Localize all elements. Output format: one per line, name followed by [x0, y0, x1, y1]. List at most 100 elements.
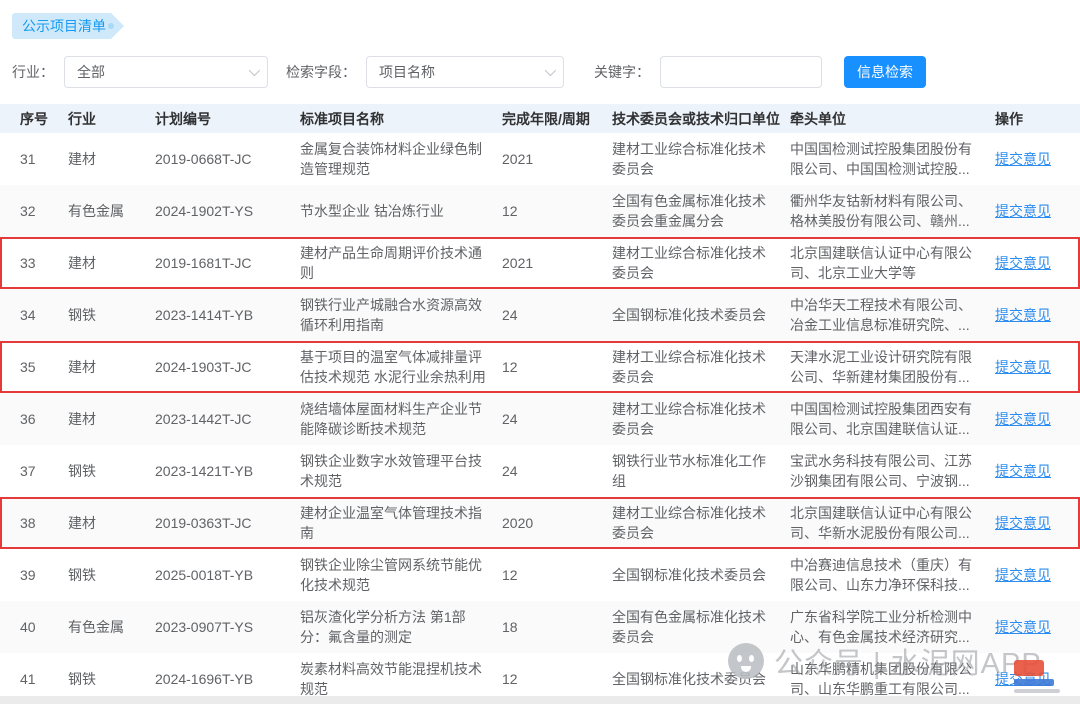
industry-select-value: 全部: [77, 64, 105, 80]
table-row: 32有色金属2024-1902T-YS节水型企业 钴冶炼行业12全国有色金属标准…: [0, 185, 1080, 237]
cell-period: 18: [502, 617, 612, 637]
cell-lead-unit: 天津水泥工业设计研究院有限公司、华新建材集团股份有...: [790, 347, 995, 387]
cell-period: 12: [502, 201, 612, 221]
table-body: 31建材2019-0668T-JC金属复合装饰材料企业绿色制造管理规范2021建…: [0, 133, 1080, 704]
cell-action: 提交意见: [995, 669, 1080, 689]
cell-period: 24: [502, 461, 612, 481]
next-row-partial: [0, 696, 1080, 704]
submit-opinion-link[interactable]: 提交意见: [995, 619, 1051, 635]
cell-committee: 全国有色金属标准化技术委员会重金属分会: [612, 191, 790, 231]
cell-lead-unit: 中国国检测试控股集团股份有限公司、中国国检测试控股...: [790, 139, 995, 179]
cell-committee: 建材工业综合标准化技术委员会: [612, 503, 790, 543]
search-field-select[interactable]: 项目名称: [366, 56, 564, 88]
keyword-label: 关键字：: [594, 62, 650, 82]
cell-period: 12: [502, 565, 612, 585]
cell-industry: 钢铁: [68, 565, 155, 585]
tab-public-project-list[interactable]: 公示项目清单: [12, 13, 124, 39]
table-row: 31建材2019-0668T-JC金属复合装饰材料企业绿色制造管理规范2021建…: [0, 133, 1080, 185]
cell-action: 提交意见: [995, 201, 1080, 221]
cell-period: 2020: [502, 513, 612, 533]
cell-committee: 建材工业综合标准化技术委员会: [612, 399, 790, 439]
cell-committee: 建材工业综合标准化技术委员会: [612, 139, 790, 179]
submit-opinion-link[interactable]: 提交意见: [995, 411, 1051, 427]
cell-project-name: 炭素材料高效节能混捏机技术规范: [300, 659, 502, 699]
cell-industry: 有色金属: [68, 201, 155, 221]
cell-committee: 全国钢标准化技术委员会: [612, 669, 790, 689]
cell-lead-unit: 山东华鹏精机集团股份有限公司、山东华鹏重工有限公司...: [790, 659, 995, 699]
cell-action: 提交意见: [995, 305, 1080, 325]
cell-no: 33: [20, 253, 68, 273]
cell-plan-no: 2019-0668T-JC: [155, 149, 300, 169]
cell-industry: 钢铁: [68, 305, 155, 325]
cell-lead-unit: 中国国检测试控股集团西安有限公司、北京国建联信认证...: [790, 399, 995, 439]
cell-lead-unit: 北京国建联信认证中心有限公司、北京工业大学等: [790, 243, 995, 283]
cell-action: 提交意见: [995, 513, 1080, 533]
keyword-input[interactable]: [660, 56, 822, 88]
cell-action: 提交意见: [995, 149, 1080, 169]
search-button[interactable]: 信息检索: [844, 56, 926, 88]
cell-no: 31: [20, 149, 68, 169]
col-header-period: 完成年限/周期: [502, 109, 612, 129]
submit-opinion-link[interactable]: 提交意见: [995, 567, 1051, 583]
submit-opinion-link[interactable]: 提交意见: [995, 463, 1051, 479]
cell-committee: 全国钢标准化技术委员会: [612, 565, 790, 585]
cell-plan-no: 2019-1681T-JC: [155, 253, 300, 273]
cell-industry: 钢铁: [68, 669, 155, 689]
submit-opinion-link[interactable]: 提交意见: [995, 359, 1051, 375]
cell-committee: 钢铁行业节水标准化工作组: [612, 451, 790, 491]
cell-project-name: 建材企业温室气体管理技术指南: [300, 503, 502, 543]
table-row: 34钢铁2023-1414T-YB钢铁行业产城融合水资源高效循环利用指南24全国…: [0, 289, 1080, 341]
submit-opinion-link[interactable]: 提交意见: [995, 307, 1051, 323]
submit-opinion-link[interactable]: 提交意见: [995, 255, 1051, 271]
cell-lead-unit: 衢州华友钴新材料有限公司、格林美股份有限公司、赣州...: [790, 191, 995, 231]
cell-no: 38: [20, 513, 68, 533]
industry-label: 行业：: [12, 62, 54, 82]
search-field-label: 检索字段：: [286, 62, 356, 82]
search-field-select-value: 项目名称: [379, 64, 435, 80]
cell-action: 提交意见: [995, 357, 1080, 377]
cell-project-name: 烧结墙体屋面材料生产企业节能降碳诊断技术规范: [300, 399, 502, 439]
cell-committee: 建材工业综合标准化技术委员会: [612, 243, 790, 283]
cell-industry: 建材: [68, 513, 155, 533]
cell-no: 34: [20, 305, 68, 325]
cell-plan-no: 2023-1421T-YB: [155, 461, 300, 481]
submit-opinion-link[interactable]: 提交意见: [995, 151, 1051, 167]
cell-period: 24: [502, 305, 612, 325]
industry-select[interactable]: 全部: [64, 56, 268, 88]
cell-project-name: 建材产品生命周期评价技术通则: [300, 243, 502, 283]
filter-bar: 行业： 全部 检索字段： 项目名称 关键字： 信息检索: [12, 56, 1068, 88]
cell-no: 35: [20, 357, 68, 377]
table-header-row: 序号 行业 计划编号 标准项目名称 完成年限/周期 技术委员会或技术归口单位 牵…: [0, 104, 1080, 133]
cell-plan-no: 2023-1414T-YB: [155, 305, 300, 325]
cell-lead-unit: 中冶赛迪信息技术（重庆）有限公司、山东力净环保科技...: [790, 555, 995, 595]
cell-lead-unit: 中冶华天工程技术有限公司、冶金工业信息标准研究院、...: [790, 295, 995, 335]
col-header-industry: 行业: [68, 109, 155, 129]
submit-opinion-link[interactable]: 提交意见: [995, 203, 1051, 219]
cell-plan-no: 2024-1696T-YB: [155, 669, 300, 689]
cell-plan-no: 2019-0363T-JC: [155, 513, 300, 533]
table-row: 33建材2019-1681T-JC建材产品生命周期评价技术通则2021建材工业综…: [0, 237, 1080, 289]
cell-action: 提交意见: [995, 461, 1080, 481]
chevron-down-icon: [545, 65, 556, 76]
col-header-plan-no: 计划编号: [155, 109, 300, 129]
cell-industry: 建材: [68, 409, 155, 429]
col-header-committee: 技术委员会或技术归口单位: [612, 109, 790, 129]
cell-plan-no: 2025-0018T-YB: [155, 565, 300, 585]
cell-period: 2021: [502, 149, 612, 169]
cell-lead-unit: 广东省科学院工业分析检测中心、有色金属技术经济研究...: [790, 607, 995, 647]
col-header-project-name: 标准项目名称: [300, 109, 502, 129]
cell-lead-unit: 宝武水务科技有限公司、江苏沙钢集团有限公司、宁波钢...: [790, 451, 995, 491]
submit-opinion-link[interactable]: 提交意见: [995, 515, 1051, 531]
table-row: 35建材2024-1903T-JC基于项目的温室气体减排量评估技术规范 水泥行业…: [0, 341, 1080, 393]
cell-action: 提交意见: [995, 409, 1080, 429]
submit-opinion-link[interactable]: 提交意见: [995, 671, 1051, 687]
cell-plan-no: 2024-1902T-YS: [155, 201, 300, 221]
cell-project-name: 钢铁企业除尘管网系统节能优化技术规范: [300, 555, 502, 595]
cell-period: 2021: [502, 253, 612, 273]
cell-industry: 建材: [68, 253, 155, 273]
cell-no: 32: [20, 201, 68, 221]
cell-no: 41: [20, 669, 68, 689]
cell-industry: 建材: [68, 357, 155, 377]
cell-period: 24: [502, 409, 612, 429]
cell-plan-no: 2023-1442T-JC: [155, 409, 300, 429]
